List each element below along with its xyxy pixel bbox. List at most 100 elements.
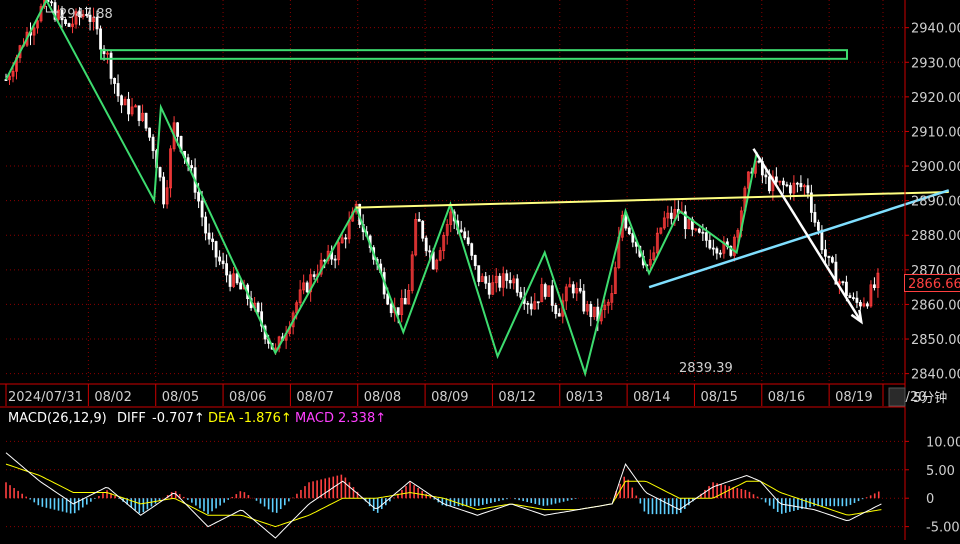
candle-body	[697, 228, 701, 233]
candle-body	[109, 52, 113, 79]
y-tick-label: 2910.00	[911, 125, 960, 140]
candle-body	[816, 221, 820, 231]
candle-body	[515, 278, 519, 293]
candle-body	[127, 98, 130, 115]
candle-body	[795, 182, 799, 185]
period-button-box[interactable]	[888, 387, 906, 407]
macd-tick-label: 10.00	[926, 435, 960, 450]
candle-body	[235, 273, 239, 284]
candle-body	[711, 247, 715, 250]
candle-body	[578, 288, 582, 292]
y-tick-label: 2930.00	[911, 56, 960, 71]
dea-value: -1.876↑	[239, 411, 292, 426]
period-button[interactable]: 5分钟	[888, 387, 947, 407]
candle-body	[718, 252, 722, 255]
y-tick-label: 2850.00	[911, 333, 960, 348]
candle-body	[421, 220, 425, 239]
candle-body	[487, 282, 491, 295]
current-price-text: 2866.66	[908, 277, 960, 292]
candle-body	[228, 274, 232, 287]
candle-body	[403, 298, 407, 305]
candle-body	[151, 136, 155, 152]
candle-body	[120, 95, 123, 106]
candle-body	[204, 216, 207, 234]
candle-body	[396, 307, 400, 315]
y-tick-label: 2860.00	[911, 298, 960, 313]
dea-label: DEA	[208, 411, 235, 426]
macd-tick-label: 0	[926, 492, 934, 507]
candle-body	[505, 273, 509, 281]
candle-body	[113, 78, 116, 84]
candle-body	[624, 214, 628, 229]
candle-body	[774, 176, 778, 183]
candle-body	[536, 301, 540, 304]
candle-body	[466, 237, 470, 245]
candle-body	[708, 239, 712, 249]
candle-body	[424, 237, 428, 252]
macd-tick-label: 5.00	[926, 464, 955, 479]
macd-tick-label: -5.00	[926, 521, 960, 536]
candle-body	[312, 274, 316, 277]
candle-body	[225, 263, 229, 276]
candle-body	[211, 238, 215, 242]
x-tick-label: 08/05	[162, 390, 199, 405]
candle-body	[529, 303, 533, 310]
candle-body	[820, 229, 824, 251]
candle-body	[827, 255, 831, 258]
candle-body	[831, 257, 834, 263]
candle-body	[344, 237, 348, 240]
candle-body	[333, 258, 337, 261]
candle-body	[781, 180, 785, 186]
candle-body	[197, 191, 200, 202]
current-price-tag: 2866.66	[904, 274, 960, 292]
candle-body	[176, 122, 179, 137]
price-chart-svg: 2840.002850.002860.002870.002880.002890.…	[0, 0, 960, 540]
candle-body	[701, 231, 705, 234]
candle-body	[162, 176, 165, 205]
high-price-label: 2947.88	[59, 7, 113, 22]
candle-body	[428, 250, 432, 253]
y-tick-label: 2920.00	[911, 91, 960, 106]
candle-body	[256, 302, 260, 313]
candle-body	[459, 229, 463, 233]
candle-body	[417, 219, 421, 222]
y-tick-label: 2890.00	[911, 195, 960, 210]
candle-body	[218, 256, 222, 262]
candle-body	[239, 282, 243, 290]
candle-body	[389, 303, 393, 314]
macd-header: MACD(26,12,9) DIFF -0.707↑ DEA -1.876↑ M…	[8, 411, 386, 426]
x-tick-label: 08/02	[94, 390, 131, 405]
y-tick-label: 2940.00	[911, 22, 960, 37]
x-tick-label: 08/07	[296, 390, 333, 405]
candle-body	[526, 303, 530, 305]
candle-body	[557, 313, 561, 317]
x-tick-label: 08/16	[768, 390, 805, 405]
candle-body	[144, 112, 148, 129]
candle-body	[582, 290, 586, 312]
x-tick-label: 08/06	[229, 390, 266, 405]
candle-body	[841, 281, 845, 284]
x-tick-label: 08/13	[566, 390, 603, 405]
candle-body	[508, 280, 512, 284]
candle-body	[67, 23, 71, 27]
candle-body	[788, 185, 792, 194]
candle-body	[158, 167, 162, 178]
candle-body	[50, 1, 53, 4]
candle-body	[757, 160, 761, 163]
candle-body	[190, 165, 193, 169]
x-tick-label: 08/12	[498, 390, 535, 405]
candle-body	[859, 302, 862, 307]
y-tick-label: 2840.00	[911, 368, 960, 383]
candle-body	[519, 291, 523, 298]
candle-body	[463, 231, 467, 239]
candle-body	[148, 127, 151, 138]
candle-body	[207, 232, 211, 240]
candle-body	[813, 212, 817, 223]
candle-body	[554, 305, 558, 314]
candle-body	[824, 249, 827, 257]
diff-label: DIFF	[117, 411, 146, 426]
candle-body	[785, 184, 789, 187]
candle-body	[715, 248, 719, 254]
macd-title: MACD(26,12,9)	[8, 411, 107, 426]
diff-value: -0.707↑	[152, 411, 205, 426]
